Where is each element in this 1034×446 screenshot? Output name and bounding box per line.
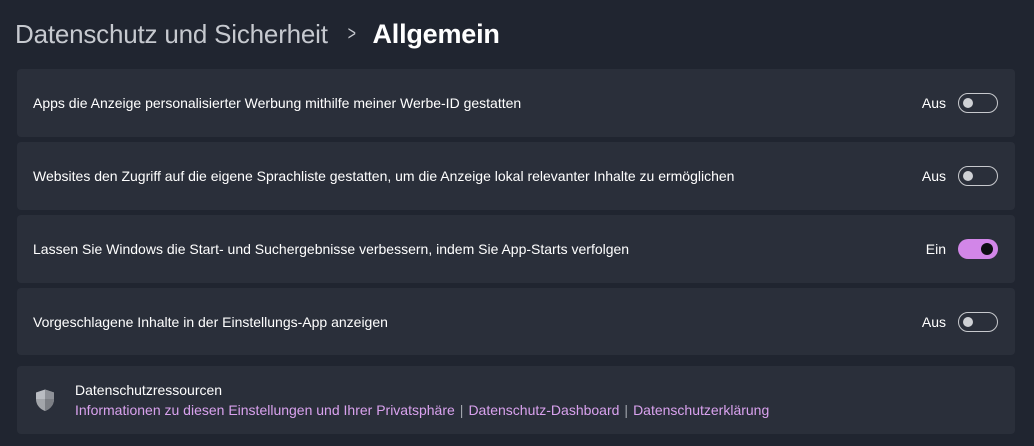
resources-links: Informationen zu diesen Einstellungen un… <box>75 402 769 418</box>
setting-card-language-list: Websites den Zugriff auf die eigene Spra… <box>17 142 1015 210</box>
page-title: Allgemein <box>372 18 500 49</box>
privacy-info-link[interactable]: Informationen zu diesen Einstellungen un… <box>75 402 455 418</box>
toggle-state-label: Aus <box>921 95 946 111</box>
toggle-knob <box>963 316 973 327</box>
setting-label: Vorgeschlagene Inhalte in der Einstellun… <box>33 313 388 330</box>
setting-label: Apps die Anzeige personalisierter Werbun… <box>33 95 522 111</box>
toggle-state-label: Aus <box>921 313 946 330</box>
toggle-knob <box>963 98 973 108</box>
suggested-content-toggle[interactable] <box>958 311 998 332</box>
setting-card-app-launch-tracking: Lassen Sie Windows die Start- und Sucher… <box>17 215 1015 283</box>
privacy-dashboard-link[interactable]: Datenschutz-Dashboard <box>468 402 619 418</box>
privacy-statement-link[interactable]: Datenschutzerklärung <box>633 402 769 418</box>
toggle-knob <box>981 243 993 255</box>
chevron-right-icon: > <box>347 22 356 45</box>
setting-card-suggested-content: Vorgeschlagene Inhalte in der Einstellun… <box>17 288 1015 355</box>
privacy-resources-card: Datenschutzressourcen Informationen zu d… <box>17 366 1015 434</box>
setting-label: Lassen Sie Windows die Start- und Sucher… <box>33 241 630 257</box>
breadcrumb: Datenschutz und Sicherheit > Allgemein <box>15 14 500 54</box>
link-separator: | <box>459 402 464 418</box>
app-launch-tracking-toggle[interactable] <box>958 239 998 259</box>
shield-icon <box>36 389 54 411</box>
breadcrumb-parent-link[interactable]: Datenschutz und Sicherheit <box>15 19 328 50</box>
setting-label: Websites den Zugriff auf die eigene Spra… <box>33 168 735 184</box>
advertising-id-toggle[interactable] <box>958 93 998 113</box>
setting-card-advertising-id: Apps die Anzeige personalisierter Werbun… <box>17 69 1015 137</box>
toggle-knob <box>963 171 973 181</box>
resources-title: Datenschutzressourcen <box>75 382 223 398</box>
language-list-toggle[interactable] <box>958 166 998 186</box>
toggle-state-label: Aus <box>921 168 946 184</box>
link-separator: | <box>624 402 629 418</box>
toggle-state-label: Ein <box>925 241 946 257</box>
